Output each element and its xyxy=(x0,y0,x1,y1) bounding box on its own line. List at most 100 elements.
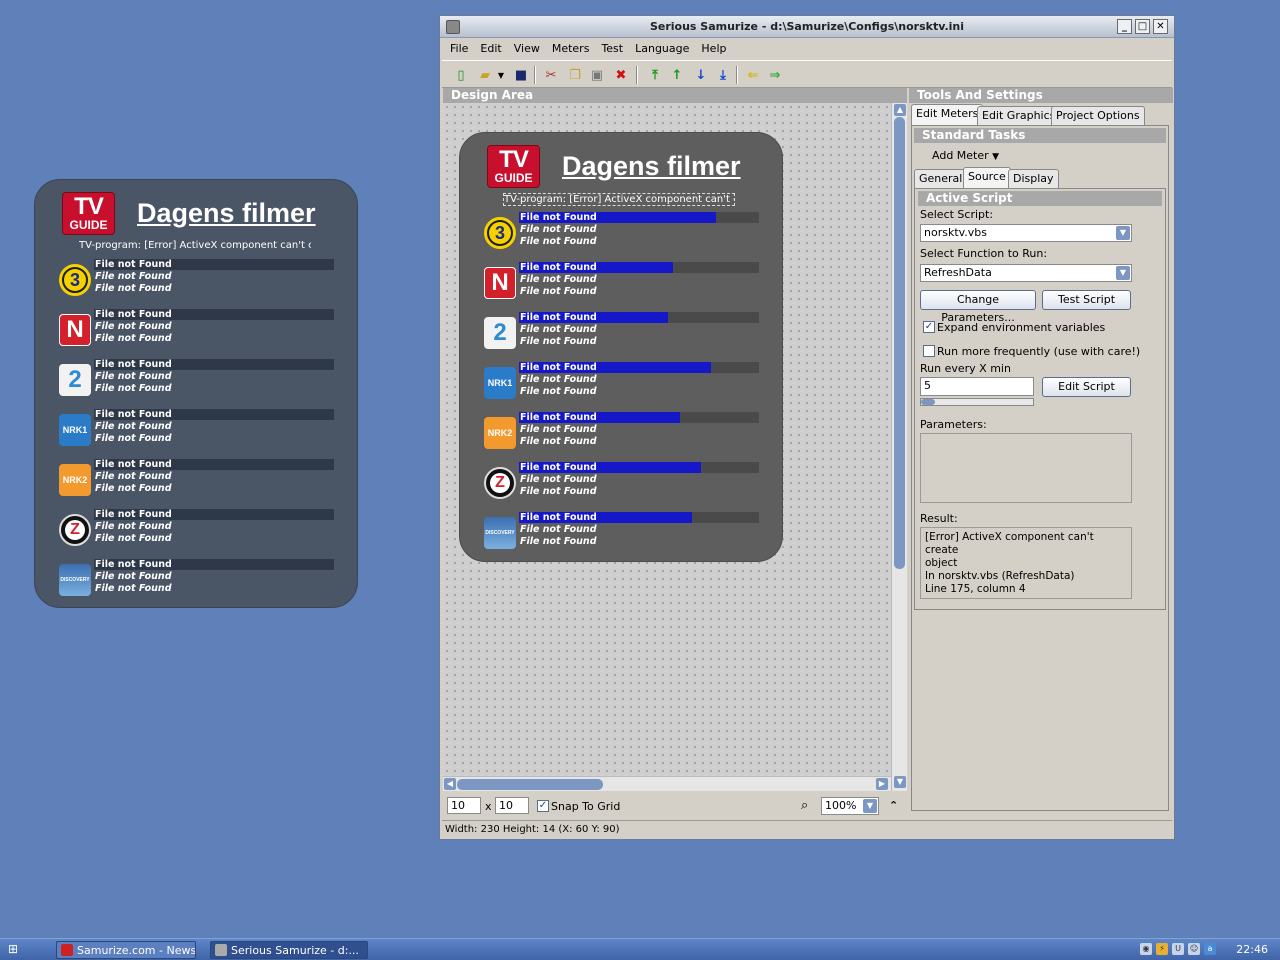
menu-help[interactable]: Help xyxy=(693,39,730,55)
parameters-textarea[interactable] xyxy=(920,433,1132,503)
tab-edit-meters[interactable]: Edit Meters xyxy=(911,104,984,125)
nrk1-icon: NRK1 xyxy=(484,367,516,399)
tab-project-options[interactable]: Project Options xyxy=(1051,106,1145,125)
channel-row: 3 File not Found File not Found File not Fo… xyxy=(57,259,339,299)
run-every-input[interactable]: 5 xyxy=(920,377,1034,396)
channel-row: DISCOVERY File not Found File not Found Fil… xyxy=(57,559,339,599)
zoom-icon[interactable]: ⌕ xyxy=(801,798,808,813)
design-preview-widget[interactable]: TV GUIDE Dagens filmer TV-program: [Erro… xyxy=(459,132,783,562)
edit-meters-panel: Standard Tasks Add Meter ▼ General Sourc… xyxy=(911,125,1169,811)
grid-x-input[interactable]: 10 xyxy=(447,797,481,814)
maximize-icon[interactable]: □ xyxy=(1135,19,1150,34)
window-title: Serious Samurize - d:\Samurize\Configs\n… xyxy=(649,20,965,33)
close-icon[interactable]: ✕ xyxy=(1153,19,1168,34)
move-top-icon[interactable]: ⤒ xyxy=(646,66,664,84)
snap-to-grid-checkbox[interactable]: ✓ xyxy=(537,800,549,812)
channel-line: File not Found xyxy=(520,412,597,423)
tray-icon[interactable]: ⚡ xyxy=(1156,943,1168,955)
arrow-left-icon[interactable]: ⇐ xyxy=(744,66,762,84)
copy-icon[interactable]: ❐ xyxy=(566,66,584,84)
tv2-icon: 2 xyxy=(484,317,516,349)
add-meter-button[interactable]: Add Meter ▼ xyxy=(932,149,999,162)
menu-bar: File Edit View Meters Test Language Help xyxy=(442,39,1172,59)
zdf-icon: Z xyxy=(59,514,91,546)
new-icon[interactable]: ▯ xyxy=(452,66,470,84)
menu-meters[interactable]: Meters xyxy=(544,39,594,55)
tray-icon[interactable]: ☺ xyxy=(1188,943,1200,955)
tray-icon[interactable]: a xyxy=(1204,943,1216,955)
channel-line: File not Found xyxy=(520,486,597,497)
channel-line: File not Found xyxy=(520,224,597,235)
collapse-icon[interactable]: ⌃ xyxy=(889,799,898,812)
tab-display[interactable]: Display xyxy=(1008,169,1059,188)
chevron-down-icon[interactable]: ▼ xyxy=(1116,226,1130,240)
zoom-select[interactable]: 100% ▼ xyxy=(821,797,879,815)
channel-line: File not Found xyxy=(95,259,172,270)
move-bottom-icon[interactable]: ⤓ xyxy=(714,66,732,84)
discovery-icon: DISCOVERY xyxy=(484,517,516,549)
chevron-down-icon[interactable]: ▼ xyxy=(1116,266,1130,280)
taskbar-item[interactable]: Samurize.com - News... xyxy=(56,941,196,959)
run-more-checkbox[interactable] xyxy=(923,345,935,357)
scroll-right-icon[interactable]: ▶ xyxy=(876,778,888,790)
test-script-button[interactable]: Test Script xyxy=(1042,290,1131,310)
save-icon[interactable]: ■ xyxy=(512,66,530,84)
channel-line: File not Found xyxy=(520,474,597,485)
tab-general[interactable]: General xyxy=(914,169,968,188)
grid-x-separator: x xyxy=(485,800,492,813)
scroll-up-icon[interactable]: ▲ xyxy=(894,104,906,116)
tab-source[interactable]: Source xyxy=(963,167,1011,188)
minimize-icon[interactable]: _ xyxy=(1117,19,1132,34)
cut-icon[interactable]: ✂ xyxy=(542,66,560,84)
tv3-icon: 3 xyxy=(59,264,91,296)
channel-line: File not Found xyxy=(520,324,597,335)
vscroll-thumb[interactable] xyxy=(894,117,905,569)
delete-icon[interactable]: ✖ xyxy=(612,66,630,84)
taskbar-item-label: Samurize.com - News... xyxy=(77,944,196,957)
arrow-right-icon[interactable]: ⇒ xyxy=(766,66,784,84)
menu-test[interactable]: Test xyxy=(593,39,627,55)
tv2-icon: 2 xyxy=(59,364,91,396)
select-script-dropdown[interactable]: norsktv.vbs ▼ xyxy=(920,224,1132,242)
channel-line: File not Found xyxy=(95,533,172,544)
channel-line: File not Found xyxy=(95,571,172,582)
scroll-down-icon[interactable]: ▼ xyxy=(894,776,906,788)
expand-env-checkbox[interactable]: ✓ xyxy=(923,321,935,333)
tab-edit-graphics[interactable]: Edit Graphics xyxy=(977,106,1061,125)
zoom-value: 100% xyxy=(825,799,857,812)
result-box: [Error] ActiveX component can't create o… xyxy=(920,527,1132,599)
move-up-icon[interactable]: ↑ xyxy=(668,66,686,84)
design-hscrollbar[interactable]: ◀ ▶ xyxy=(443,776,891,791)
chevron-down-icon[interactable]: ▼ xyxy=(863,799,877,813)
move-down-icon[interactable]: ↓ xyxy=(692,66,710,84)
slider-thumb[interactable] xyxy=(921,399,935,405)
start-icon[interactable]: ⊞ xyxy=(8,942,30,958)
tray-icon[interactable]: ◉ xyxy=(1140,943,1152,955)
run-every-slider[interactable] xyxy=(920,398,1034,406)
change-parameters-button[interactable]: Change Parameters... xyxy=(920,290,1036,324)
design-bottom-bar: 10 x 10 ✓ Snap To Grid ⌕ 100% ▼ ⌃ xyxy=(443,794,907,816)
menu-file[interactable]: File xyxy=(442,39,472,55)
samurize-icon xyxy=(215,944,227,956)
desktop-widget: TV GUIDE Dagens filmer TV-program: [Erro… xyxy=(34,179,358,608)
taskbar-item[interactable]: Serious Samurize - d:... xyxy=(210,941,368,959)
title-bar[interactable]: Serious Samurize - d:\Samurize\Configs\n… xyxy=(440,16,1174,38)
channel-row: 3 File not Found File not Found File not Fo… xyxy=(482,212,764,252)
design-vscrollbar[interactable]: ▲ ▼ xyxy=(891,103,907,791)
edit-script-button[interactable]: Edit Script xyxy=(1042,377,1131,397)
channel-line: File not Found xyxy=(520,386,597,397)
scroll-left-icon[interactable]: ◀ xyxy=(444,778,456,790)
channel-row: N File not Found File not Found File not Fo… xyxy=(57,309,339,349)
open-dropdown-icon[interactable]: ▼ xyxy=(492,66,510,84)
menu-language[interactable]: Language xyxy=(627,39,693,55)
menu-view[interactable]: View xyxy=(506,39,544,55)
selected-subtitle-meter[interactable]: TV-program: [Error] ActiveX component ca… xyxy=(503,193,735,206)
hscroll-thumb[interactable] xyxy=(457,779,603,790)
menu-edit[interactable]: Edit xyxy=(472,39,505,55)
tray-icon[interactable]: U xyxy=(1172,943,1184,955)
channel-line: File not Found xyxy=(95,583,172,594)
paste-icon[interactable]: ▣ xyxy=(588,66,606,84)
channel-line: File not Found xyxy=(95,459,172,470)
grid-y-input[interactable]: 10 xyxy=(495,797,529,814)
select-function-dropdown[interactable]: RefreshData ▼ xyxy=(920,264,1132,282)
